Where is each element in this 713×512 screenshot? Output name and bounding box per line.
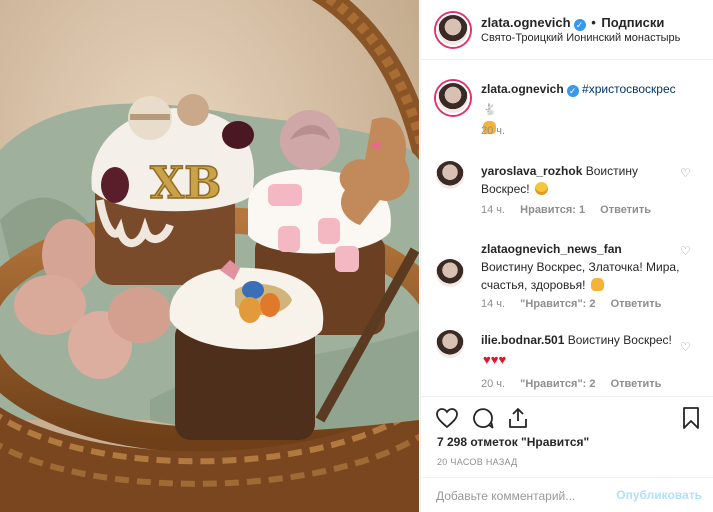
caption-hashtag[interactable]: #христосвоскрес — [582, 82, 676, 96]
post-photo[interactable]: ХВ — [0, 0, 419, 512]
commenter-avatar[interactable] — [436, 330, 464, 358]
comment-like-icon[interactable]: ♡ — [680, 167, 692, 179]
comment-bubble-icon[interactable] — [471, 406, 495, 430]
comment-meta: 20 ч. "Нравится": 2 Ответить — [481, 378, 673, 390]
comment-like-icon[interactable]: ♡ — [680, 341, 692, 353]
comments-list[interactable]: zlata.ognevich ✓ #христосвоскрес 🐇 20 ч. … — [421, 61, 713, 396]
comment-time[interactable]: 20 ч. — [481, 378, 505, 390]
separator-dot: • — [591, 15, 596, 30]
caption-username[interactable]: zlata.ognevich — [481, 82, 564, 96]
comment-meta: 14 ч. "Нравится": 2 Ответить — [481, 298, 673, 310]
comment-meta: 14 ч. Нравится: 1 Ответить — [481, 204, 663, 216]
following-button[interactable]: Подписки — [601, 15, 664, 30]
caption-time[interactable]: 20 ч. — [481, 125, 505, 137]
comment-username[interactable]: zlataognevich_news_fan — [481, 242, 622, 256]
post-timestamp: 20 ЧАСОВ НАЗАД — [437, 457, 518, 467]
verified-icon: ✓ — [573, 19, 586, 31]
like-heart-icon[interactable] — [435, 406, 459, 430]
comment-text: ilie.bodnar.501 Воистину Воскрес! ♥♥♥ — [481, 331, 681, 367]
comment-likes[interactable]: Нравится: 1 — [520, 204, 585, 216]
location-link[interactable]: Свято-Троицкий Ионинский монастырь — [481, 32, 680, 44]
comment-time[interactable]: 14 ч. — [481, 204, 505, 216]
author-avatar[interactable] — [436, 13, 470, 47]
verified-icon: ✓ — [566, 85, 579, 97]
likes-count[interactable]: 7 298 отметок "Нравится" — [437, 435, 589, 449]
post-comment-button[interactable]: Опубликовать — [616, 488, 702, 502]
rabbit-emoji-icon: 🐇 — [483, 104, 497, 116]
share-icon[interactable] — [506, 406, 530, 430]
post-sidebar: zlata.ognevich ✓ • Подписки Свято-Троицки… — [420, 0, 713, 512]
post-actions: 7 298 отметок "Нравится" 20 ЧАСОВ НАЗАД — [421, 396, 713, 476]
commenter-avatar[interactable] — [436, 259, 464, 287]
reply-button[interactable]: Ответить — [611, 298, 662, 310]
comment-likes[interactable]: "Нравится": 2 — [520, 378, 595, 390]
heart-emoji-icon: ♥♥♥ — [483, 352, 507, 367]
comment-username[interactable]: ilie.bodnar.501 — [481, 333, 564, 347]
comment-likes[interactable]: "Нравится": 2 — [520, 298, 595, 310]
comment-body: Воистину Воскрес, Златочка! Мира, счасть… — [481, 260, 680, 292]
comment-username[interactable]: yaroslava_rozhok — [481, 164, 582, 178]
reply-button[interactable]: Ответить — [611, 378, 662, 390]
smile-emoji-icon — [534, 182, 548, 195]
comment-body: Воистину Воскрес! — [567, 333, 672, 347]
add-comment-bar: Опубликовать — [421, 477, 713, 512]
pray-emoji-icon — [590, 278, 604, 291]
caption-meta: 20 ч. — [481, 125, 517, 137]
comment-time[interactable]: 14 ч. — [481, 298, 505, 310]
comment-text: zlataognevich_news_fan Воистину Воскрес,… — [481, 240, 681, 294]
comment-text: yaroslava_rozhok Воистину Воскрес! — [481, 162, 681, 198]
easter-basket-image: ХВ — [0, 0, 419, 512]
comment-like-icon[interactable]: ♡ — [680, 245, 692, 257]
comment-input[interactable] — [436, 486, 616, 506]
bookmark-icon[interactable] — [679, 406, 703, 430]
post-header: zlata.ognevich ✓ • Подписки Свято-Троицки… — [421, 0, 713, 60]
header-user-line: zlata.ognevich ✓ • Подписки — [481, 15, 664, 31]
reply-button[interactable]: Ответить — [600, 204, 651, 216]
author-username[interactable]: zlata.ognevich — [481, 15, 571, 30]
commenter-avatar[interactable] — [436, 161, 464, 189]
author-avatar[interactable] — [436, 81, 470, 115]
cake-monogram: ХВ — [150, 158, 221, 209]
